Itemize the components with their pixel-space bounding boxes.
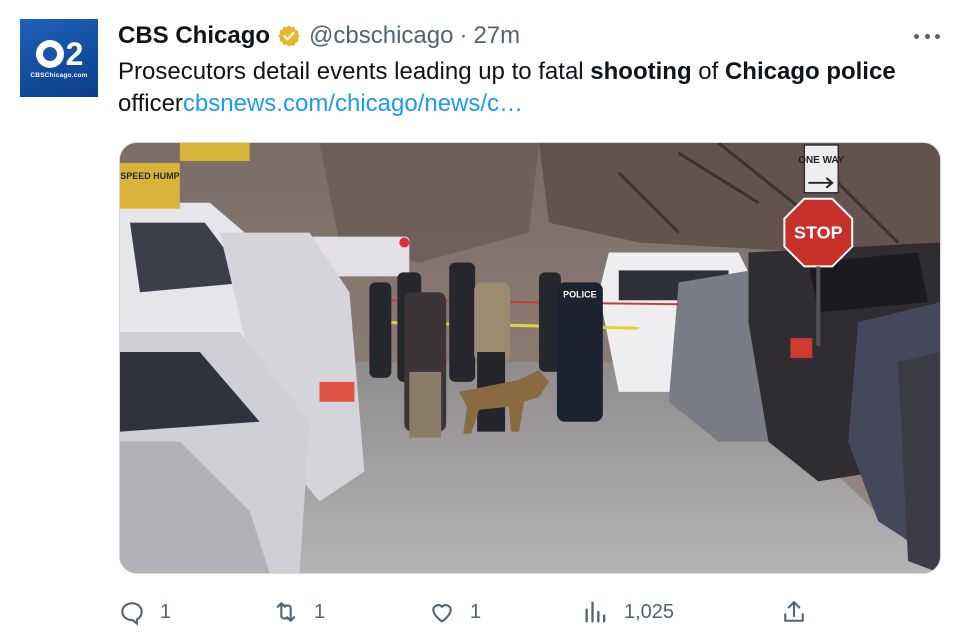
like-icon [432, 604, 452, 623]
tweet-link[interactable]: cbsnews.com/chicago/news/c… [183, 90, 523, 117]
account-name[interactable]: CBS Chicago [118, 22, 270, 50]
reply-icon [121, 602, 143, 626]
tweet-timestamp[interactable]: 27m [473, 22, 520, 50]
tweet-text-part: of [691, 58, 725, 85]
like-button[interactable]: 1 [428, 592, 481, 632]
stop-sign: STOP [794, 223, 843, 243]
one-way-sign: ONE WAY [798, 155, 845, 166]
share-icon [784, 601, 804, 622]
reply-button[interactable]: 1 [118, 592, 171, 632]
police-vest-label: POLICE [563, 289, 596, 299]
account-avatar[interactable]: 2 CBSChicago.com [20, 19, 98, 97]
cbs-eye-icon [35, 39, 64, 68]
verified-icon [278, 25, 300, 47]
street-scene-image: POLICE SPEED HUMP ONE WAY STOP [120, 143, 940, 573]
tweet-text-bold: shooting [590, 58, 692, 85]
tweet-text-bold: Chicago police [724, 58, 896, 85]
tweet-header: CBS Chicago @cbschicago · 27m [118, 20, 520, 52]
retweet-button[interactable]: 1 [272, 592, 325, 632]
views-icon [585, 601, 606, 623]
cbs-logo: 2 [35, 35, 84, 72]
tweet-text-part: officer [118, 90, 183, 117]
views-button[interactable]: 1,025 [582, 592, 674, 632]
tweet-text-part: Prosecutors detail events leading up to … [118, 58, 591, 85]
avatar-site-text: CBSChicago.com [30, 71, 88, 79]
account-handle[interactable]: @cbschicago [309, 22, 453, 50]
like-count: 1 [470, 600, 482, 623]
retweet-icon [276, 602, 296, 622]
views-count: 1,025 [624, 600, 675, 623]
more-icon[interactable] [914, 24, 940, 48]
tweet-actions: 1 1 1 1,025 [0, 592, 960, 632]
tweet-photo[interactable]: POLICE SPEED HUMP ONE WAY STOP [119, 142, 941, 574]
speed-hump-sign: SPEED HUMP [120, 171, 179, 181]
reply-count: 1 [160, 600, 172, 623]
separator-dot: · [459, 22, 468, 49]
channel-number: 2 [65, 35, 84, 72]
share-button[interactable] [780, 592, 808, 632]
retweet-count: 1 [314, 600, 326, 623]
tweet-text: Prosecutors detail events leading up to … [118, 56, 938, 120]
